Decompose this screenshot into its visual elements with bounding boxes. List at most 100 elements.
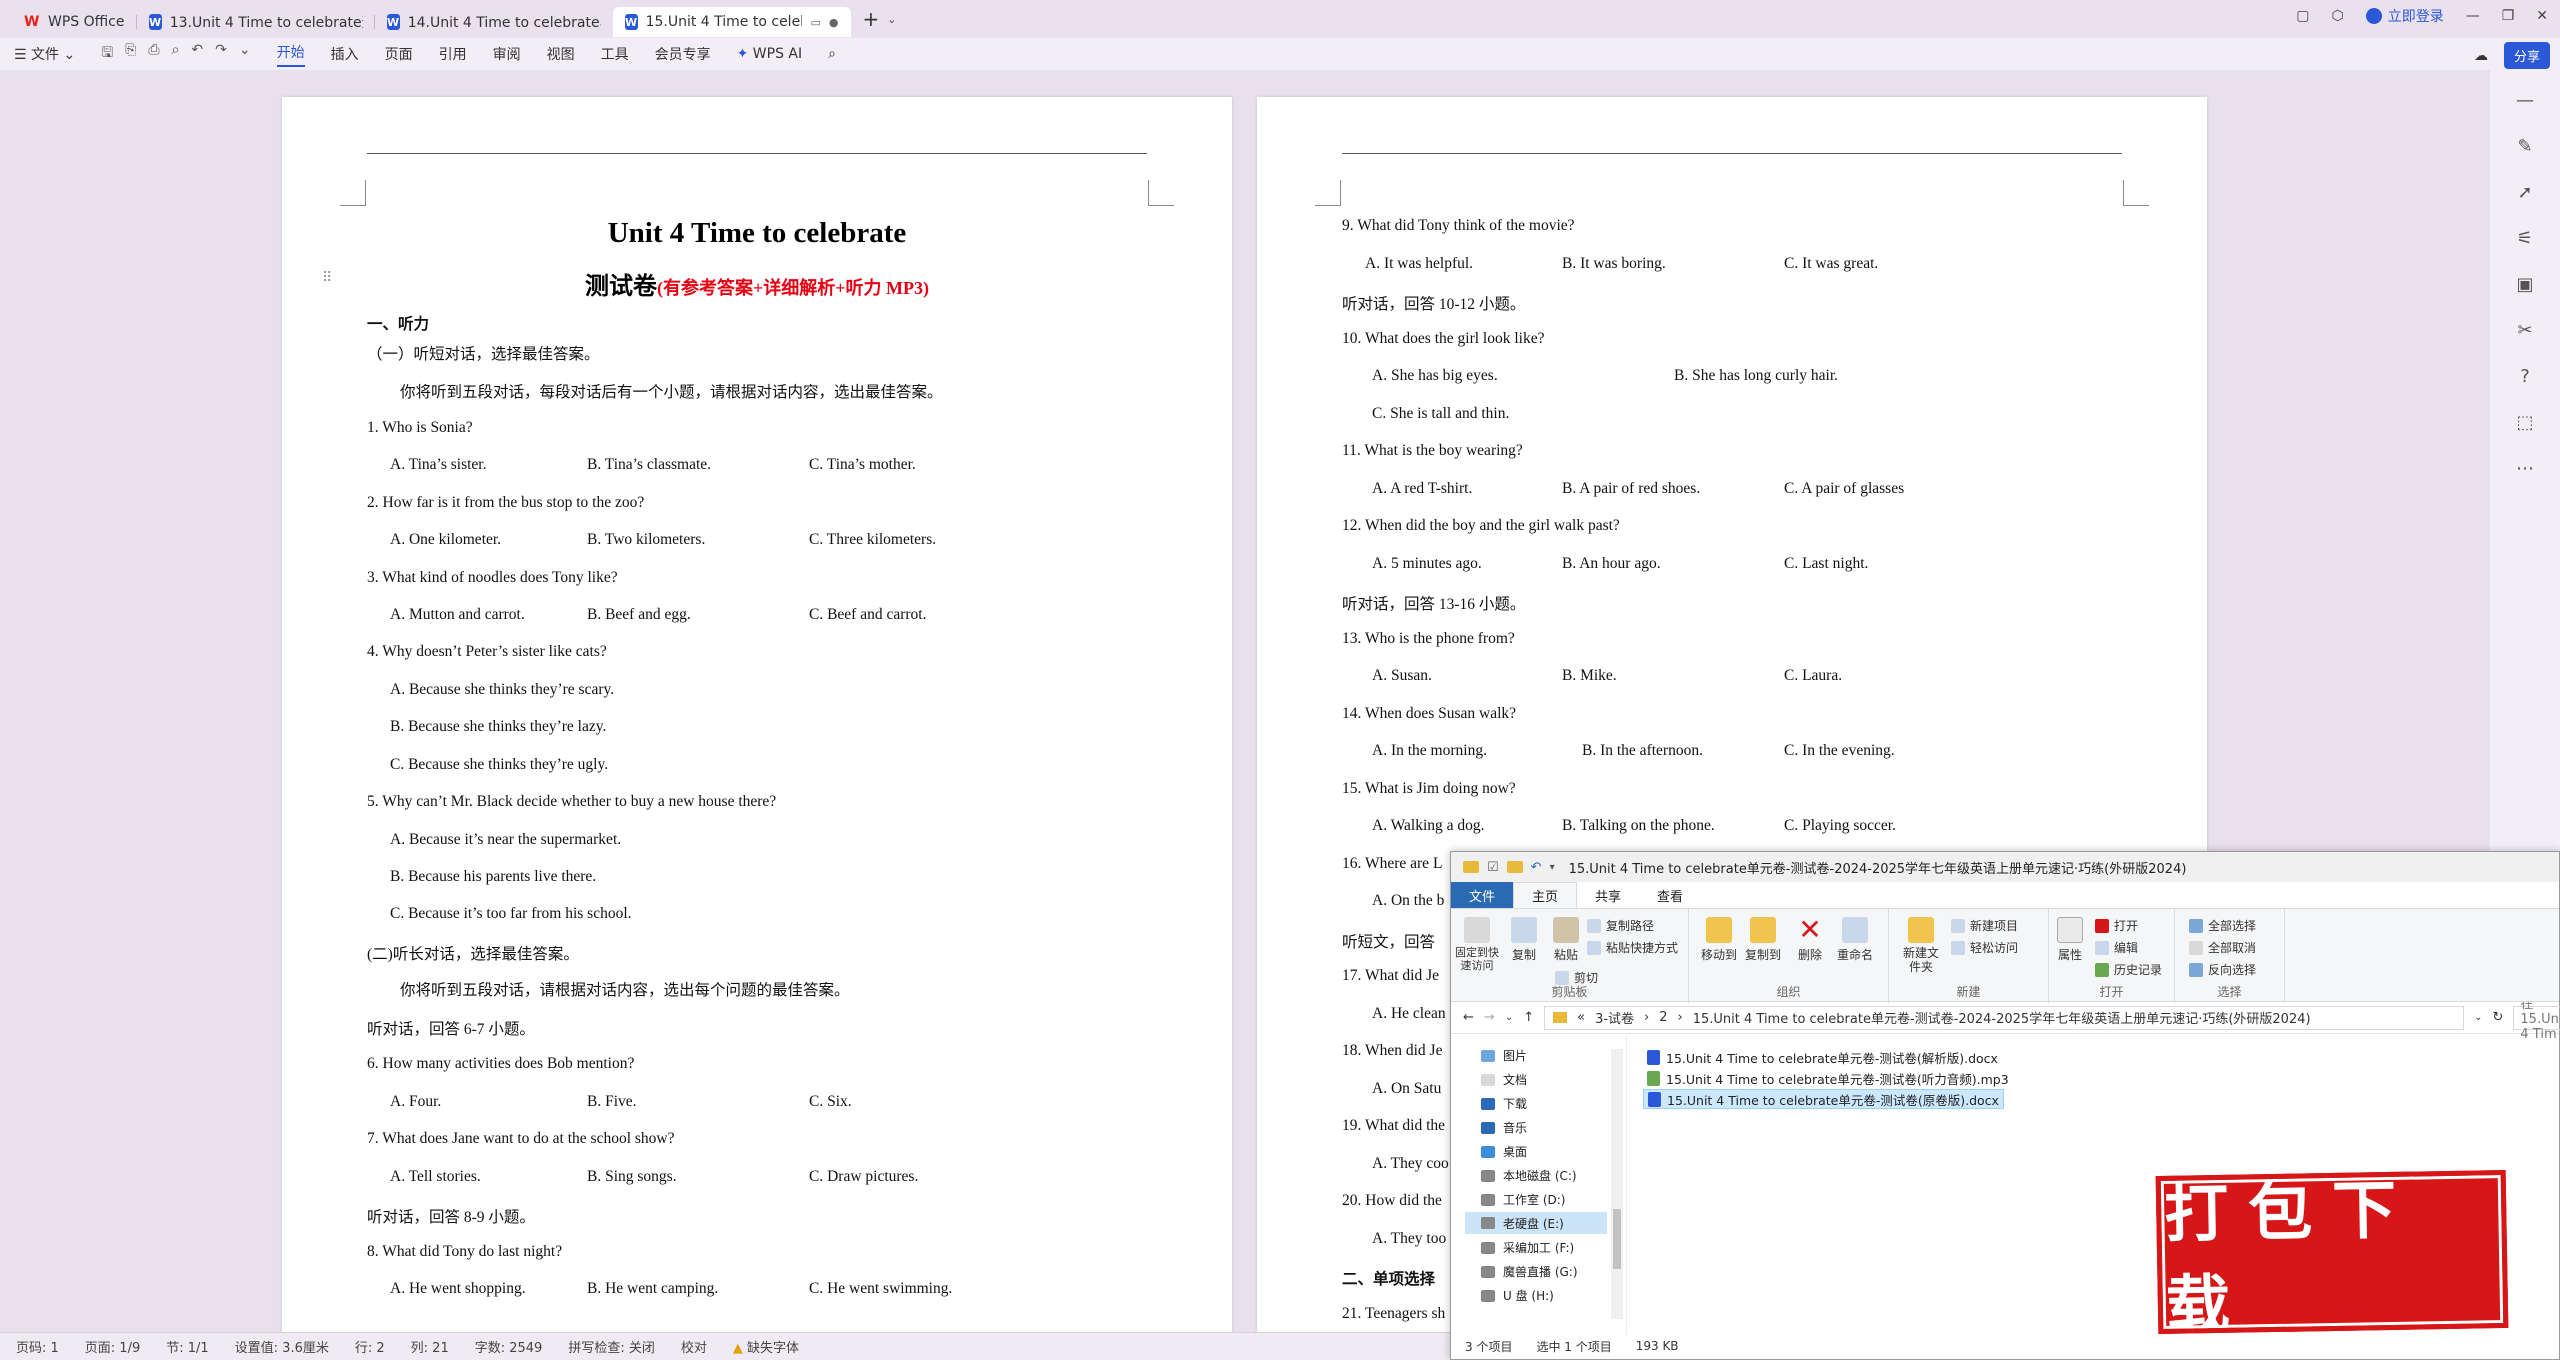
plugin-icon[interactable]: ⬚ — [2516, 412, 2533, 433]
nav-item-drive-g[interactable]: 魔兽直播 (G:) — [1481, 1263, 1578, 1280]
path-dropdown-icon[interactable]: ⌄ — [2474, 1012, 2482, 1023]
rename-button[interactable]: 重命名 — [1837, 917, 1873, 963]
new-tab-icon[interactable]: + — [863, 7, 880, 31]
export-icon[interactable]: ⎘ — [125, 42, 136, 66]
properties-button[interactable]: 属性 — [2057, 917, 2083, 963]
refresh-icon[interactable]: ↻ — [2493, 1010, 2504, 1025]
close-icon[interactable]: ✕ — [2536, 8, 2548, 24]
explorer-tab-file[interactable]: 文件 — [1451, 882, 1514, 908]
tab-wps-home[interactable]: W WPS Office — [12, 7, 137, 37]
up-icon[interactable]: ↑ — [1523, 1010, 1534, 1025]
preview-icon[interactable]: ⌕ — [172, 42, 180, 66]
tools-icon[interactable]: ✂ — [2517, 320, 2532, 341]
explorer-search-input[interactable]: 在 15.Unit 4 Tim — [2513, 997, 2560, 1042]
properties-icon[interactable]: ☑ — [1487, 860, 1499, 875]
delete-button[interactable]: ✕ 删除 — [1797, 916, 1823, 963]
customize-toolbar-icon[interactable]: ▾ — [1550, 862, 1555, 873]
move-to-button[interactable]: 移动到 — [1701, 917, 1737, 963]
new-folder-icon[interactable] — [1506, 861, 1523, 873]
tab-doc-13[interactable]: W 13.Unit 4 Time to celebrate速记清 — [137, 7, 375, 37]
select-none-button[interactable]: 全部取消 — [2189, 939, 2256, 956]
status-row[interactable]: 行: 2 — [355, 1337, 385, 1356]
download-package-stamp[interactable]: 打包下载 — [2155, 1169, 2509, 1344]
path-segment[interactable]: 3-试卷 — [1595, 1008, 1634, 1027]
history-button[interactable]: 历史记录 — [2095, 961, 2162, 978]
nav-item-drive-h[interactable]: U 盘 (H:) — [1481, 1287, 1554, 1304]
undo-icon[interactable]: ↶ — [191, 42, 203, 66]
menu-home[interactable]: 开始 — [276, 42, 305, 67]
address-path[interactable]: « 3-试卷 › 2 › 15.Unit 4 Time to celebrate… — [1544, 1005, 2465, 1030]
select-all-button[interactable]: 全部选择 — [2189, 917, 2256, 934]
new-item-button[interactable]: 新建项目 — [1951, 917, 2018, 934]
nav-scroll-thumb[interactable] — [1613, 1209, 1621, 1269]
adjust-icon[interactable]: ⚟ — [2517, 228, 2533, 249]
status-section[interactable]: 节: 1/1 — [166, 1337, 208, 1356]
help-icon[interactable]: ? — [2520, 366, 2530, 387]
paste-shortcut-button[interactable]: 粘贴快捷方式 — [1587, 939, 1678, 956]
path-segment[interactable]: 2 — [1659, 1010, 1667, 1025]
file-menu[interactable]: ☰ 文件 ⌄ — [14, 44, 75, 64]
undo-icon[interactable]: ↶ — [1531, 860, 1542, 875]
status-missing-font[interactable]: ▲ 缺失字体 — [733, 1337, 799, 1356]
back-icon[interactable]: ← — [1463, 1010, 1474, 1025]
search-icon[interactable]: ⌕ — [828, 46, 836, 62]
recent-chevron-icon[interactable]: ⌄ — [1505, 1012, 1513, 1023]
explorer-tab-home[interactable]: 主页 — [1513, 882, 1578, 908]
pointer-icon[interactable]: ➚ — [2517, 182, 2532, 203]
nav-item-downloads[interactable]: 下载 — [1481, 1095, 1527, 1112]
status-setting[interactable]: 设置值: 3.6厘米 — [235, 1337, 329, 1356]
path-segment[interactable]: 15.Unit 4 Time to celebrate单元卷-测试卷-2024-… — [1693, 1008, 2311, 1027]
file-item-selected[interactable]: 15.Unit 4 Time to celebrate单元卷-测试卷(原卷版).… — [1643, 1089, 2004, 1109]
save-icon[interactable]: 🖫 — [101, 42, 113, 66]
edit-button[interactable]: 编辑 — [2095, 939, 2138, 956]
chevron-down-icon[interactable]: ⌄ — [887, 13, 896, 26]
more-options-icon[interactable]: ⋯ — [2516, 458, 2534, 479]
nav-item-drive-f[interactable]: 采编加工 (F:) — [1481, 1239, 1574, 1256]
window-layout-icon[interactable]: ▢ — [2296, 8, 2309, 24]
status-spellcheck[interactable]: 拼写检查: 关闭 — [568, 1337, 655, 1356]
file-item[interactable]: 15.Unit 4 Time to celebrate单元卷-测试卷(听力音频)… — [1643, 1068, 2013, 1088]
explorer-tab-view[interactable]: 查看 — [1639, 886, 1701, 905]
nav-item-music[interactable]: 音乐 — [1481, 1119, 1527, 1136]
menu-member[interactable]: 会员专享 — [655, 44, 711, 64]
status-page[interactable]: 页码: 1 — [16, 1337, 59, 1356]
explorer-tab-share[interactable]: 共享 — [1577, 886, 1639, 905]
menu-insert[interactable]: 插入 — [331, 44, 359, 64]
copy-to-button[interactable]: 复制到 — [1745, 917, 1781, 963]
tab-doc-14[interactable]: W 14.Unit 4 Time to celebrate单元卷 — [375, 7, 613, 37]
paste-button[interactable]: 粘贴 — [1553, 917, 1579, 963]
menu-view[interactable]: 视图 — [547, 44, 575, 64]
nav-item-desktop[interactable]: 桌面 — [1481, 1143, 1527, 1160]
copy-path-button[interactable]: 复制路径 — [1587, 917, 1654, 934]
redo-icon[interactable]: ↷ — [215, 42, 227, 66]
status-column[interactable]: 列: 21 — [411, 1337, 449, 1356]
print-icon[interactable]: ⎙ — [148, 42, 159, 66]
drag-handle-icon[interactable]: ⠿ — [322, 270, 332, 287]
pin-quick-access-button[interactable]: 固定到快速访问 — [1455, 917, 1499, 972]
status-word-count[interactable]: 字数: 2549 — [475, 1337, 543, 1356]
easy-access-button[interactable]: 轻松访问 — [1951, 939, 2018, 956]
overflow-chevron-icon[interactable]: « — [1577, 1010, 1585, 1025]
nav-item-drive-c[interactable]: 本地磁盘 (C:) — [1481, 1167, 1577, 1184]
share-button[interactable]: 分享 — [2503, 42, 2550, 69]
nav-item-documents[interactable]: 文档 — [1481, 1071, 1527, 1088]
minimize-sidebar-icon[interactable]: — — [2516, 90, 2534, 111]
login-button[interactable]: 立即登录 — [2365, 6, 2444, 26]
nav-item-pictures[interactable]: 图片 — [1481, 1047, 1527, 1064]
menu-tools[interactable]: 工具 — [601, 44, 629, 64]
menu-reference[interactable]: 引用 — [439, 44, 467, 64]
image-icon[interactable]: ▣ — [2516, 274, 2533, 295]
tab-close-icon[interactable]: ● — [829, 16, 839, 29]
forward-icon[interactable]: → — [1484, 1010, 1495, 1025]
more-icon[interactable]: ⌄ — [239, 42, 251, 66]
nav-item-drive-d[interactable]: 工作室 (D:) — [1481, 1191, 1565, 1208]
cloud-icon[interactable]: ☁ — [2474, 48, 2488, 64]
cube-icon[interactable]: ⬡ — [2331, 8, 2343, 24]
status-pages[interactable]: 页面: 1/9 — [85, 1337, 140, 1356]
status-proofread[interactable]: 校对 — [681, 1337, 707, 1356]
invert-selection-button[interactable]: 反向选择 — [2189, 961, 2256, 978]
nav-scrollbar[interactable] — [1611, 1049, 1623, 1319]
tab-doc-15-active[interactable]: W 15.Unit 4 Time to celebrate ▭ ● — [612, 7, 851, 37]
wps-ai-button[interactable]: ✦ WPS AI — [737, 46, 803, 62]
menu-page[interactable]: 页面 — [385, 44, 413, 64]
